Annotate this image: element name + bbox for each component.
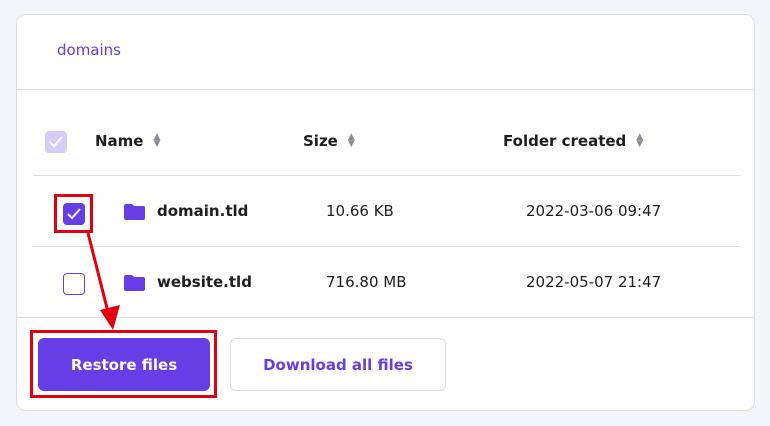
annotation-arrow-icon [86, 232, 120, 330]
